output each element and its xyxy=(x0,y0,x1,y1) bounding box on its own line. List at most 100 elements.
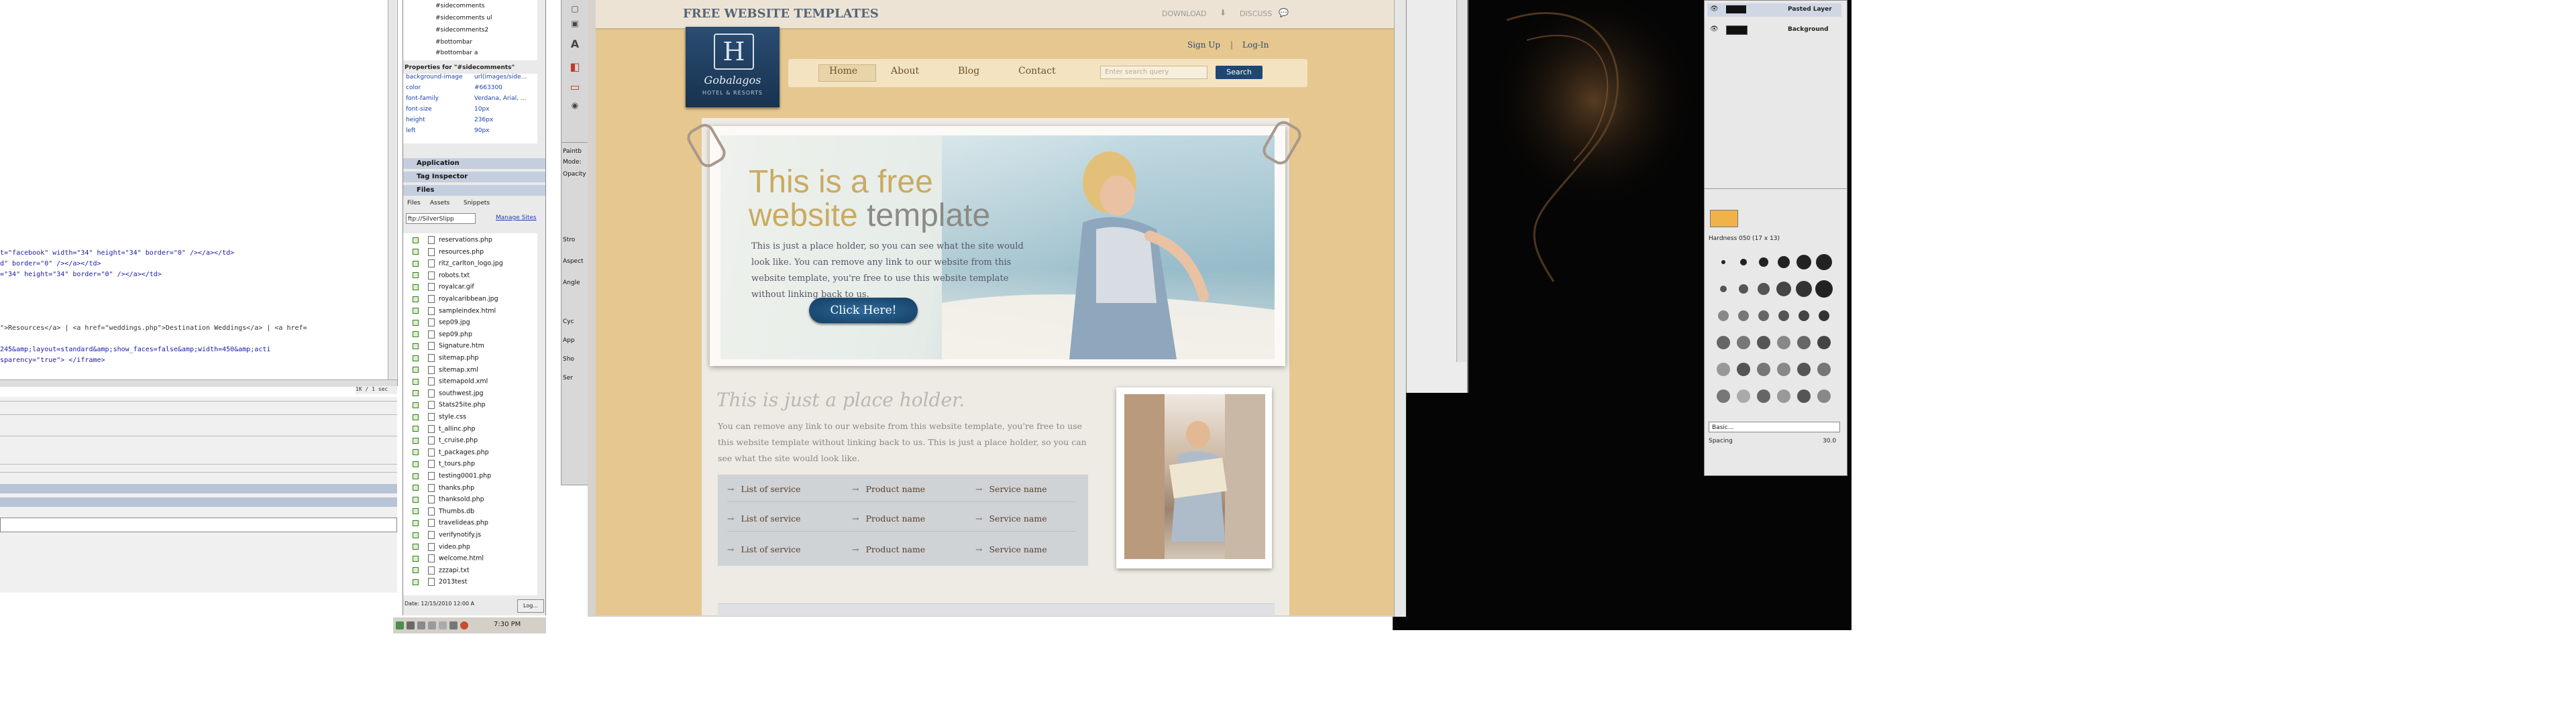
tab-files[interactable]: Files xyxy=(407,200,421,206)
nav-about[interactable]: About xyxy=(891,66,919,76)
file-row[interactable]: t_allinc.php xyxy=(413,424,476,436)
list-item[interactable]: → List of service xyxy=(727,484,801,494)
tool-icon[interactable]: ◧ xyxy=(568,60,582,73)
code-vscrollbar[interactable] xyxy=(388,0,396,379)
tool-icon[interactable]: ▢ xyxy=(568,4,582,16)
tray-icon[interactable] xyxy=(449,621,458,629)
file-row[interactable]: Stats25ite.php xyxy=(413,401,486,412)
discuss-link[interactable]: DISCUSS xyxy=(1240,9,1272,18)
file-row[interactable]: thanksold.php xyxy=(413,495,484,506)
panel-vscrollbar[interactable] xyxy=(1456,0,1466,362)
tab-snippets[interactable]: Snippets xyxy=(464,200,490,206)
file-row[interactable]: southwest.jpg xyxy=(413,389,484,400)
layer-row[interactable]: 👁 Background xyxy=(1707,23,1841,37)
list-item[interactable]: → List of service xyxy=(727,544,801,554)
file-row[interactable]: sep09.php xyxy=(413,330,472,341)
tray-icon[interactable] xyxy=(396,621,404,629)
tray-icon[interactable] xyxy=(407,621,415,629)
search-button[interactable]: Search xyxy=(1216,66,1263,79)
tool-icon[interactable]: ▣ xyxy=(568,19,582,31)
css-rules-list[interactable]: #sidecomments #sidecomments ul #sidecomm… xyxy=(403,0,537,60)
file-row[interactable]: sitemap.xml xyxy=(413,365,478,377)
property-row[interactable]: font-family Verdana, Arial, ... xyxy=(405,95,532,105)
file-row[interactable]: resources.php xyxy=(413,247,484,259)
property-row[interactable]: height 236px xyxy=(405,117,532,126)
file-row[interactable]: testing0001.php xyxy=(413,472,491,483)
property-row[interactable]: color #663300 xyxy=(405,84,532,94)
panel-field[interactable] xyxy=(0,518,397,532)
file-row[interactable]: Thumbs.db xyxy=(413,507,474,518)
file-row[interactable]: royalcaribbean.jpg xyxy=(413,295,498,306)
css-rule[interactable]: #bottombar a xyxy=(435,50,478,56)
color-swatch[interactable] xyxy=(1710,210,1738,227)
site-logo[interactable]: H Gobalagos HOTEL & RESORTS xyxy=(686,27,780,107)
brand-title[interactable]: FREE WEBSITE TEMPLATES xyxy=(683,7,879,21)
sign-up-link[interactable]: Sign Up xyxy=(1187,40,1220,50)
download-icon[interactable]: ⬇ xyxy=(1220,8,1226,17)
spacing-value[interactable]: 30.0 xyxy=(1823,438,1836,444)
eye-icon[interactable]: 👁 xyxy=(1710,25,1719,33)
list-item[interactable]: → Service name xyxy=(975,514,1047,524)
manage-sites-link[interactable]: Manage Sites xyxy=(496,215,537,221)
css-rule[interactable]: #sidecomments ul xyxy=(435,15,492,21)
taskbar-clock[interactable]: 7:30 PM xyxy=(494,621,521,628)
property-row[interactable]: left 90px xyxy=(405,127,532,137)
log-button[interactable]: Log... xyxy=(517,599,544,613)
eye-icon[interactable]: 👁 xyxy=(1710,5,1719,13)
file-row[interactable]: Signature.htm xyxy=(413,342,484,353)
discuss-icon[interactable]: 💬 xyxy=(1279,8,1289,17)
hero-click-button[interactable]: Click Here! xyxy=(809,298,918,323)
css-rule[interactable]: #sidecomments2 xyxy=(435,27,488,34)
brush-set-select[interactable]: Basic... xyxy=(1709,422,1840,432)
css-rule[interactable]: #sidecomments xyxy=(435,3,484,9)
file-row[interactable]: t_cruise.php xyxy=(413,436,478,447)
panel-header-application[interactable]: Application xyxy=(403,158,545,169)
option-checkbox[interactable]: Ser xyxy=(563,375,573,381)
file-row[interactable]: thanks.php xyxy=(413,483,474,495)
file-row[interactable]: royalcar.gif xyxy=(413,283,474,294)
option-checkbox[interactable]: App xyxy=(563,337,575,344)
file-row[interactable]: reservations.php xyxy=(413,236,492,247)
nav-blog[interactable]: Blog xyxy=(958,66,979,76)
code-editor[interactable]: t="facebook" width="34" height="34" bord… xyxy=(0,0,398,386)
option-label[interactable]: Stro xyxy=(563,237,575,243)
property-row[interactable]: font-size 10px xyxy=(405,106,532,115)
browser-vscrollbar[interactable] xyxy=(1394,0,1405,617)
code-hscrollbar[interactable] xyxy=(0,379,397,387)
tool-icon[interactable]: ▭ xyxy=(568,80,582,93)
list-item[interactable]: → Product name xyxy=(852,484,925,494)
layer-row[interactable]: 👁 Pasted Layer xyxy=(1707,3,1841,17)
site-select[interactable]: ftp://SilverSlipp xyxy=(406,213,476,224)
files-list[interactable]: reservations.php resources.php ritz_carlto… xyxy=(403,233,537,595)
option-label[interactable]: Opacity xyxy=(563,171,586,178)
tray-icon[interactable] xyxy=(439,621,447,629)
list-item[interactable]: → Service name xyxy=(975,544,1047,554)
file-row[interactable]: verifynotify.js xyxy=(413,531,481,542)
property-row[interactable]: background-image url(images/side... xyxy=(405,74,532,83)
list-item[interactable]: → Service name xyxy=(975,484,1047,494)
file-row[interactable]: sampleindex.html xyxy=(413,306,496,318)
file-row[interactable]: welcome.html xyxy=(413,554,484,565)
nav-home[interactable]: Home xyxy=(829,66,857,76)
file-row[interactable]: travelideas.php xyxy=(413,519,488,530)
file-row[interactable]: sitemapold.xml xyxy=(413,377,488,388)
type-tool-icon[interactable]: A xyxy=(568,38,582,50)
option-label[interactable]: Mode: xyxy=(563,159,582,166)
file-row[interactable]: 2013test xyxy=(413,578,467,589)
log-in-link[interactable]: Log-In xyxy=(1242,40,1269,50)
option-label[interactable]: Angle xyxy=(563,280,580,286)
file-row[interactable]: video.php xyxy=(413,542,470,554)
option-checkbox[interactable]: Sho xyxy=(563,356,574,363)
tray-icon[interactable] xyxy=(428,621,436,629)
panel-header-files[interactable]: Files xyxy=(403,185,545,196)
file-row[interactable]: zzzapi.txt xyxy=(413,566,470,577)
file-row[interactable]: t_packages.php xyxy=(413,448,489,459)
search-input[interactable]: Enter search query xyxy=(1100,66,1208,79)
tray-icon[interactable] xyxy=(460,621,468,629)
file-row[interactable]: sep09.jpg xyxy=(413,318,470,329)
nav-contact[interactable]: Contact xyxy=(1018,66,1056,76)
option-checkbox[interactable]: Cyc xyxy=(563,318,574,325)
tray-icon[interactable] xyxy=(417,621,425,629)
download-link[interactable]: DOWNLOAD xyxy=(1162,9,1206,18)
tool-icon[interactable]: ◉ xyxy=(568,101,582,113)
